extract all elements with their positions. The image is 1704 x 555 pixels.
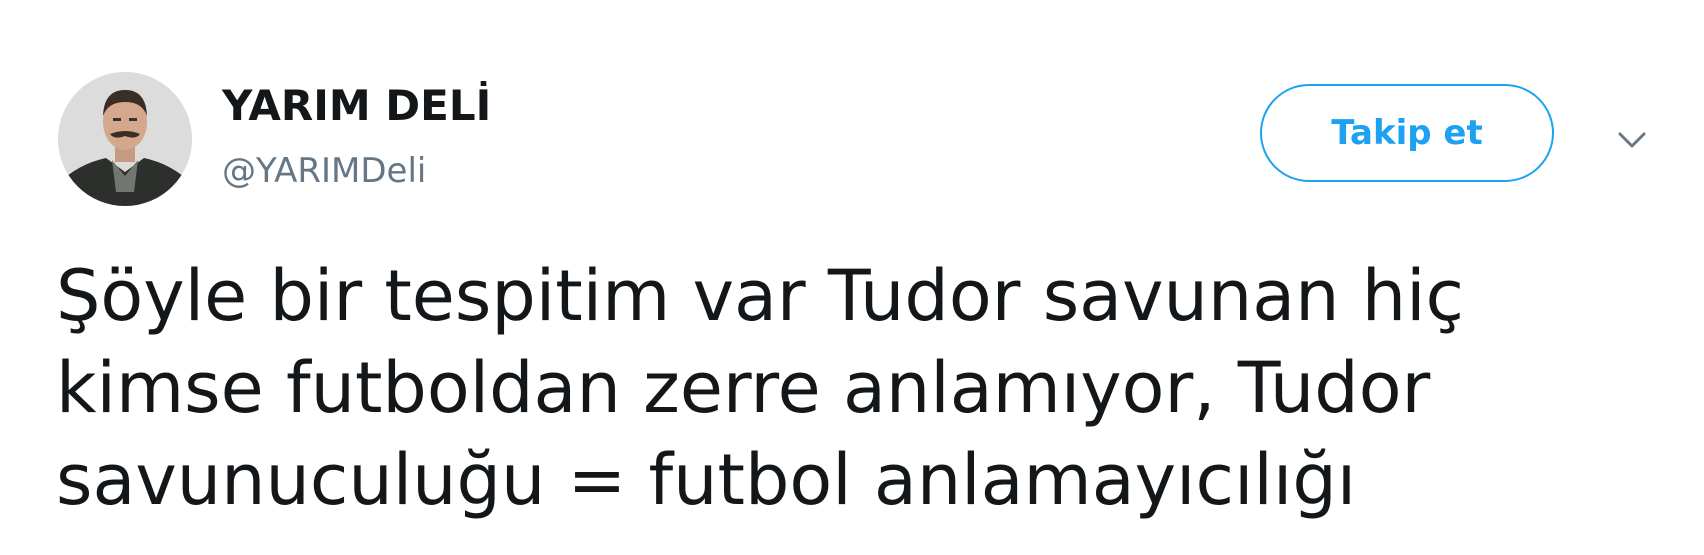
tweet-text-line: Şöyle bir tespitim var Tudor savunan hiç xyxy=(56,255,1465,337)
tweet-card: YARIM DELİ @YARIMDeli Takip et Şöyle bir… xyxy=(0,0,1704,555)
display-name[interactable]: YARIM DELİ xyxy=(222,78,491,134)
avatar-image xyxy=(58,72,192,206)
tweet-text-line: kimse futboldan zerre anlamıyor, Tudor xyxy=(56,347,1431,429)
avatar[interactable] xyxy=(58,72,192,206)
chevron-down-icon[interactable] xyxy=(1610,118,1654,162)
follow-button[interactable]: Takip et xyxy=(1260,84,1554,182)
user-handle[interactable]: @YARIMDeli xyxy=(222,148,426,194)
tweet-text-line: savunuculuğu = futbol anlamayıcılığı xyxy=(56,439,1357,521)
tweet-text: Şöyle bir tespitim var Tudor savunan hiç… xyxy=(56,250,1616,526)
